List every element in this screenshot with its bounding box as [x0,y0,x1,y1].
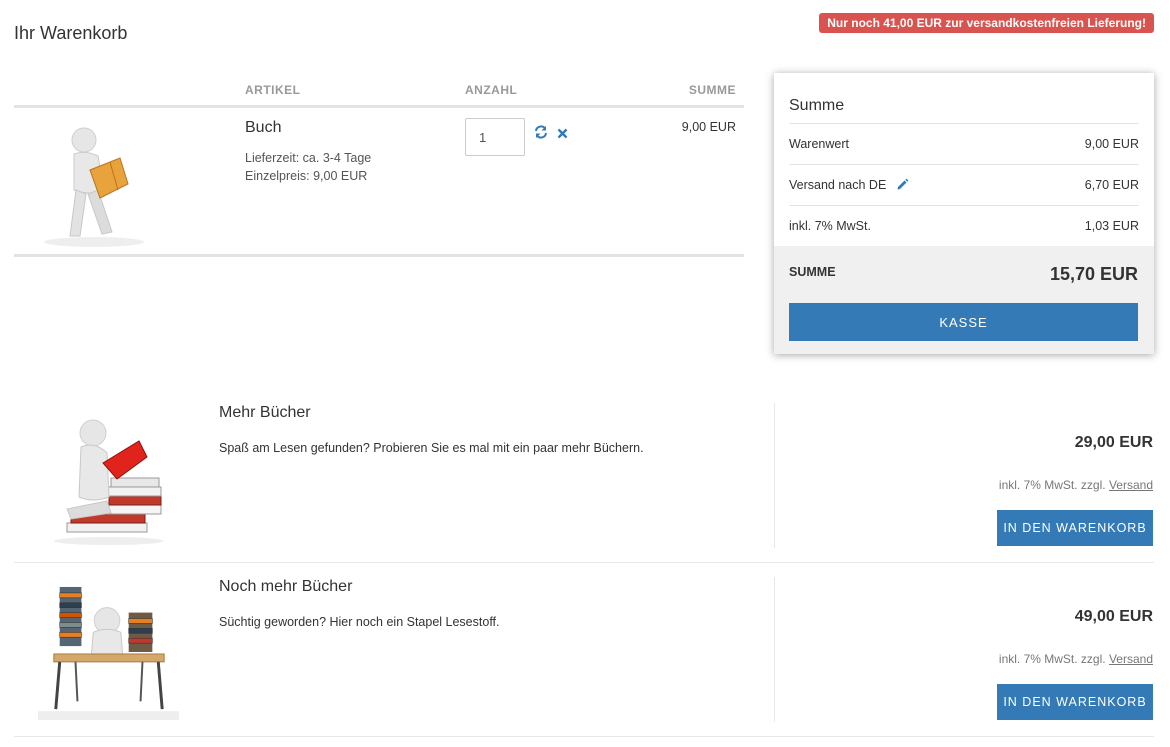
shipping-link[interactable]: Versand [1109,478,1153,492]
cart-row: Buch Lieferzeit: ca. 3-4 Tage Einzelprei… [14,108,744,257]
summary-label: Versand nach DE [789,178,887,192]
close-icon[interactable] [557,126,568,144]
product-description: Spaß am Lesen gefunden? Probieren Sie es… [219,441,644,455]
add-to-cart-button[interactable]: IN DEN WARENKORB [997,510,1153,546]
shipping-link[interactable]: Versand [1109,652,1153,666]
summary-line-mwst: inkl. 7% MwSt. 1,03 EUR [789,205,1139,246]
product-image-reading-figure [44,127,144,247]
product-price: 29,00 EUR [1074,434,1153,451]
product-description: Süchtig geworden? Hier noch ein Stapel L… [219,615,500,629]
vertical-divider [774,577,775,722]
cart-item-sum: 9,00 EUR [681,120,736,134]
summary-value: 1,03 EUR [1084,219,1139,233]
cart-item-einzelpreis: Einzelpreis: 9,00 EUR [245,169,368,183]
header-artikel: ARTIKEL [245,83,301,97]
header-anzahl: ANZAHL [465,83,518,97]
free-shipping-badge: Nur noch 41,00 EUR zur versandkostenfrei… [819,13,1154,33]
summary-line-warenwert: Warenwert 9,00 EUR [789,123,1139,164]
product-card: Noch mehr Bücher Süchtig geworden? Hier … [14,577,1154,737]
product-price: 49,00 EUR [1074,608,1153,625]
cart-item-title[interactable]: Buch [245,119,281,137]
product-image-desk-with-books [38,585,179,720]
product-card: Mehr Bücher Spaß am Lesen gefunden? Prob… [14,403,1154,563]
quantity-input[interactable] [465,118,525,156]
summary-line-versand: Versand nach DE 6,70 EUR [789,164,1139,205]
checkout-button[interactable]: KASSE [789,303,1138,341]
total-value: 15,70 EUR [1049,264,1138,284]
product-tax-note: inkl. 7% MwSt. zzgl. Versand [999,652,1153,666]
product-title[interactable]: Mehr Bücher [219,404,311,422]
cart-item-meta: Lieferzeit: ca. 3-4 Tage Einzelpreis: 9,… [245,149,371,185]
page-title: Ihr Warenkorb [14,23,128,43]
tax-text: inkl. 7% MwSt. zzgl. [998,652,1106,666]
refresh-icon[interactable] [534,125,548,144]
summary-value: 9,00 EUR [1084,137,1139,151]
cart-table-header: ARTIKEL ANZAHL SUMME [14,80,744,108]
summary-total-band: SUMME 15,70 EUR KASSE [774,246,1154,354]
tax-text: inkl. 7% MwSt. zzgl. [998,478,1106,492]
total-label: SUMME [789,265,836,279]
product-image-book-stack [54,419,164,545]
summary-title: Summe [789,97,845,114]
summary-value: 6,70 EUR [1084,178,1139,192]
cart-table: ARTIKEL ANZAHL SUMME Buch Lieferzeit: ca… [14,80,744,257]
summary-label: inkl. 7% MwSt. [789,219,871,233]
product-tax-note: inkl. 7% MwSt. zzgl. Versand [999,478,1153,492]
order-summary: Summe Warenwert 9,00 EUR Versand nach DE… [774,73,1154,354]
vertical-divider [774,403,775,548]
header-summe: SUMME [688,83,736,97]
pencil-icon[interactable] [896,178,909,194]
cart-item-lieferzeit: Lieferzeit: ca. 3-4 Tage [245,151,372,165]
summary-label: Warenwert [789,137,849,151]
add-to-cart-button[interactable]: IN DEN WARENKORB [997,684,1153,720]
product-title[interactable]: Noch mehr Bücher [219,578,352,596]
